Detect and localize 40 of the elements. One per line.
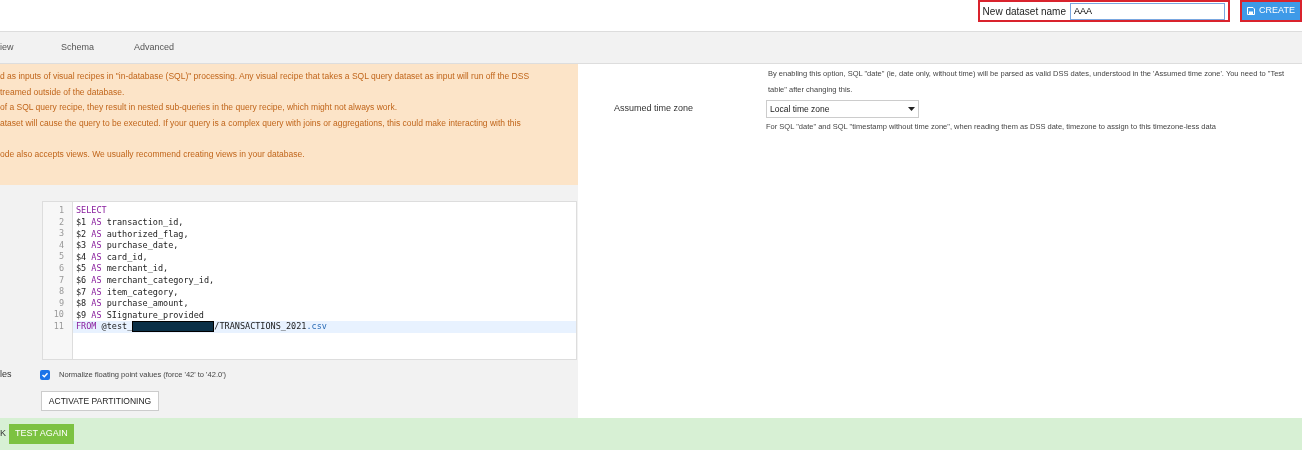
code-line: $2 AS authorized_flag, <box>75 228 190 240</box>
save-icon <box>1247 7 1256 15</box>
tab[interactable]: Advanced <box>134 32 175 63</box>
dataset-name-input[interactable]: AAA <box>1070 2 1225 20</box>
line-number: 1 <box>58 205 64 217</box>
timezone-select[interactable]: Local time zone <box>766 100 919 118</box>
warning-text: d as inputs of visual recipes in "in-database (SQL)" processing. Any visual recipe that takes a SQL query dataset as input will run off the DSS <box>0 70 531 83</box>
status-text: K <box>0 427 6 441</box>
code-line: SELECT <box>75 205 108 217</box>
line-number: 9 <box>58 297 64 310</box>
line-number: 8 <box>58 286 64 298</box>
warning-text: ataset will cause the query to be executed. If your query is a complex query with joins or aggregations, this could make interacting with this <box>0 116 522 130</box>
code-editor[interactable] <box>42 201 577 360</box>
timezone-label: Assumed time zone <box>614 102 695 116</box>
code-line: $4 AS card_id, <box>75 251 149 263</box>
code-line: $6 AS merchant_category_id, <box>75 274 216 287</box>
line-number: 3 <box>58 228 64 240</box>
line-number: 4 <box>58 239 64 252</box>
dropdown-caret-icon <box>908 107 915 111</box>
code-line: $3 AS purchase_date, <box>75 239 180 252</box>
field-label: les <box>0 368 13 382</box>
tab[interactable]: Schema <box>61 32 95 63</box>
line-number: 7 <box>58 274 64 287</box>
code-line: $9 AS SIignature_provided <box>75 309 205 321</box>
line-number: 6 <box>58 262 64 275</box>
line-number: 10 <box>53 309 64 321</box>
normalize-checkbox[interactable] <box>40 370 50 380</box>
line-number: 11 <box>53 320 64 333</box>
code-line: $8 AS purchase_amount, <box>75 297 190 310</box>
line-number: 5 <box>58 251 64 263</box>
code-line: $7 AS item_category, <box>75 286 180 298</box>
warning-text: ode also accepts views. We usually recommend creating views in your database. <box>0 147 306 161</box>
tab[interactable]: iew <box>0 32 14 63</box>
warning-text: of a SQL query recipe, they result in nested sub-queries in the query recipe, which might not always work. <box>0 101 399 114</box>
warning-text: treamed outside of the database. <box>0 85 126 99</box>
line-number: 2 <box>58 216 64 229</box>
code-line: $5 AS merchant_id, <box>75 262 170 275</box>
activate-partitioning-button[interactable]: ACTIVATE PARTITIONING <box>41 391 159 411</box>
dataset-name-label: New dataset name <box>982 4 1066 19</box>
code-line: $1 AS transaction_id, <box>75 216 185 229</box>
